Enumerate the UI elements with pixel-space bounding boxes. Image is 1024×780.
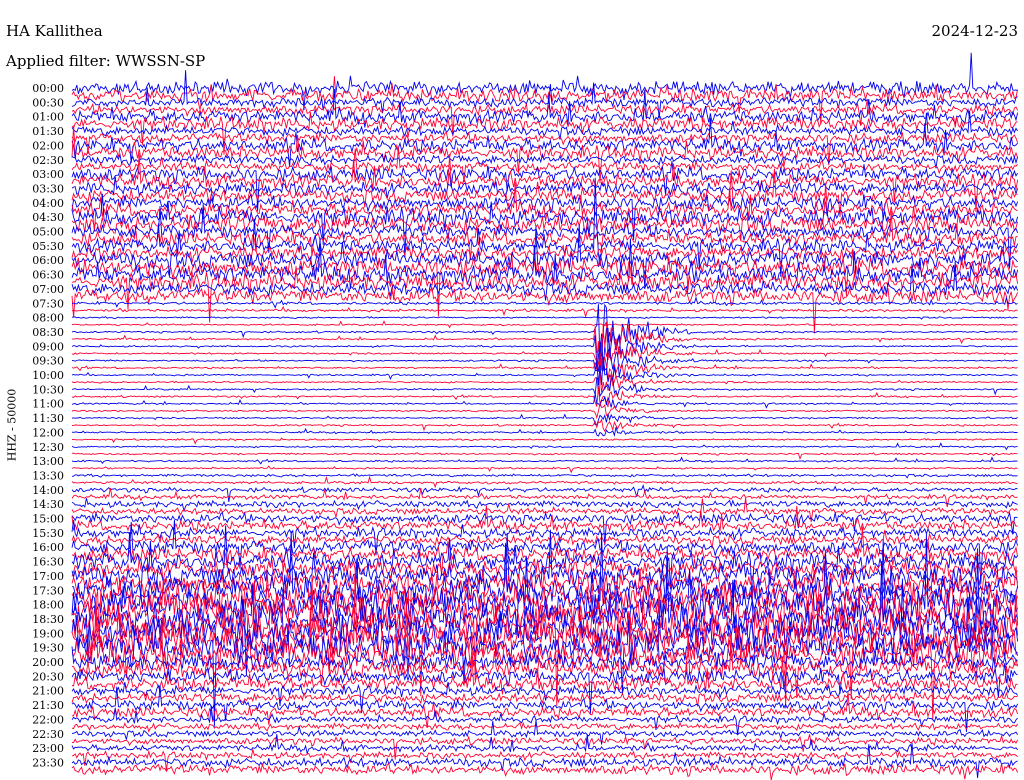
row-time-label: 18:30 — [32, 613, 64, 626]
seismic-trace — [71, 342, 1018, 377]
seismic-trace — [71, 401, 1018, 420]
row-time-label: 14:30 — [32, 498, 64, 511]
row-time-label: 21:30 — [32, 699, 64, 712]
seismic-trace — [71, 473, 1018, 479]
seismic-trace — [71, 456, 1018, 465]
seismic-trace — [71, 316, 1018, 320]
row-time-label: 03:00 — [32, 168, 64, 181]
row-time-label: 20:00 — [32, 656, 64, 669]
seismic-trace — [71, 734, 1018, 756]
row-time-label: 18:00 — [32, 599, 64, 612]
row-time-label: 09:00 — [32, 340, 64, 353]
seismic-trace — [71, 295, 1018, 309]
row-time-label: 22:30 — [32, 728, 64, 741]
row-time-label: 06:30 — [32, 269, 64, 282]
row-time-label: 08:30 — [32, 326, 64, 339]
row-time-label: 07:30 — [32, 297, 64, 310]
seismic-trace — [71, 505, 1018, 534]
seismic-trace — [71, 519, 1019, 556]
row-time-label: 20:30 — [32, 670, 64, 683]
seismic-trace — [71, 475, 1018, 489]
row-time-label: 08:00 — [32, 312, 64, 325]
row-time-label: 04:30 — [32, 211, 64, 224]
row-time-label: 17:00 — [32, 570, 64, 583]
row-time-label: 11:30 — [32, 412, 64, 425]
row-time-label: 13:00 — [32, 455, 64, 468]
seismic-trace — [71, 426, 1018, 437]
row-time-label: 16:30 — [32, 556, 64, 569]
seismic-trace — [71, 413, 1018, 426]
seismic-trace — [71, 327, 1018, 372]
row-time-label: 07:00 — [32, 283, 64, 296]
seismic-trace — [71, 511, 1018, 546]
row-time-label: 12:00 — [32, 426, 64, 439]
seismic-trace — [71, 721, 1018, 733]
row-time-label: 05:00 — [32, 226, 64, 239]
row-time-label: 11:00 — [32, 398, 64, 411]
row-time-label: 05:30 — [32, 240, 64, 253]
row-time-label: 15:30 — [32, 527, 64, 540]
seismic-trace — [71, 131, 1019, 166]
row-time-label: 10:00 — [32, 369, 64, 382]
row-time-label: 16:00 — [32, 541, 64, 554]
row-time-label: 14:00 — [32, 484, 64, 497]
row-time-label: 15:00 — [32, 513, 64, 526]
seismic-trace — [71, 320, 1018, 329]
seismic-trace — [71, 376, 1018, 398]
row-time-label: 03:30 — [32, 182, 64, 195]
row-time-label: 19:00 — [32, 627, 64, 640]
row-time-label: 06:00 — [32, 254, 64, 267]
row-time-label: 23:30 — [32, 756, 64, 769]
row-time-label: 19:30 — [32, 642, 64, 655]
row-time-label: 09:30 — [32, 355, 64, 368]
row-time-label: 01:00 — [32, 111, 64, 124]
row-time-label: 04:00 — [32, 197, 64, 210]
seismic-trace — [71, 437, 1018, 445]
seismic-trace — [71, 305, 1018, 319]
row-time-label: 00:00 — [32, 82, 64, 95]
seismic-trace — [71, 465, 1018, 474]
row-time-label: 02:00 — [32, 139, 64, 152]
row-time-label: 13:30 — [32, 469, 64, 482]
row-time-label: 17:30 — [32, 584, 64, 597]
seismic-trace — [71, 762, 1019, 780]
seismogram-plot: 00:0000:30 01:0001:3002:00 02:3003:0003:30… — [32, 52, 1019, 780]
row-time-label: 12:30 — [32, 441, 64, 454]
row-time-label: 21:00 — [32, 685, 64, 698]
seismic-trace — [71, 442, 1018, 451]
row-time-label: 23:00 — [32, 742, 64, 755]
row-time-label: 10:30 — [32, 383, 64, 396]
row-time-label: 00:30 — [32, 96, 64, 109]
row-time-label: 22:00 — [32, 713, 64, 726]
seismic-trace — [72, 452, 1018, 460]
seismic-trace — [71, 498, 1018, 513]
seismic-trace — [71, 484, 1018, 502]
seismic-trace — [71, 418, 1018, 433]
seismic-trace — [71, 303, 1018, 365]
row-time-label: 02:30 — [32, 154, 64, 167]
row-time-label: 01:30 — [32, 125, 64, 138]
